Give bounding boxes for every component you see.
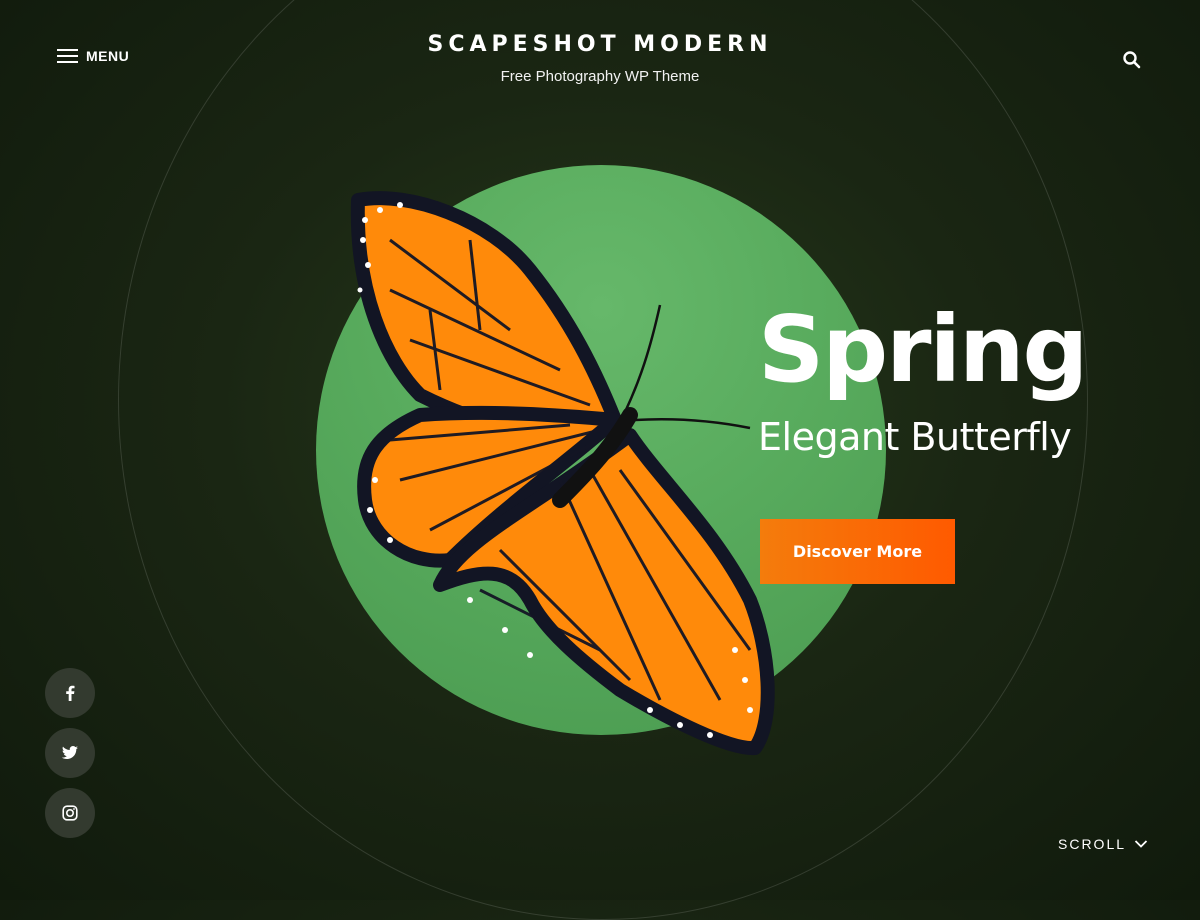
hero-title: Spring (758, 296, 1088, 403)
chevron-down-icon (1134, 840, 1148, 848)
hero-butterfly-image (350, 191, 775, 756)
facebook-icon (66, 685, 75, 701)
site-tagline: Free Photography WP Theme (500, 68, 700, 85)
site-branding: SCAPESHOT MODERN Free Photography WP The… (0, 30, 1200, 85)
twitter-icon (61, 746, 78, 759)
search-icon[interactable] (1122, 50, 1142, 70)
hero-text: Spring Elegant Butterfly (758, 295, 1158, 459)
discover-more-button[interactable]: Discover More (760, 519, 955, 584)
scroll-label: SCROLL (1058, 836, 1127, 852)
instagram-icon (62, 805, 78, 821)
instagram-button[interactable] (45, 788, 95, 838)
site-title[interactable]: SCAPESHOT MODERN (0, 30, 1200, 57)
hero-subtitle: Elegant Butterfly (758, 415, 1072, 459)
facebook-button[interactable] (45, 668, 95, 718)
twitter-button[interactable] (45, 728, 95, 778)
scroll-indicator[interactable]: SCROLL (1058, 836, 1148, 852)
